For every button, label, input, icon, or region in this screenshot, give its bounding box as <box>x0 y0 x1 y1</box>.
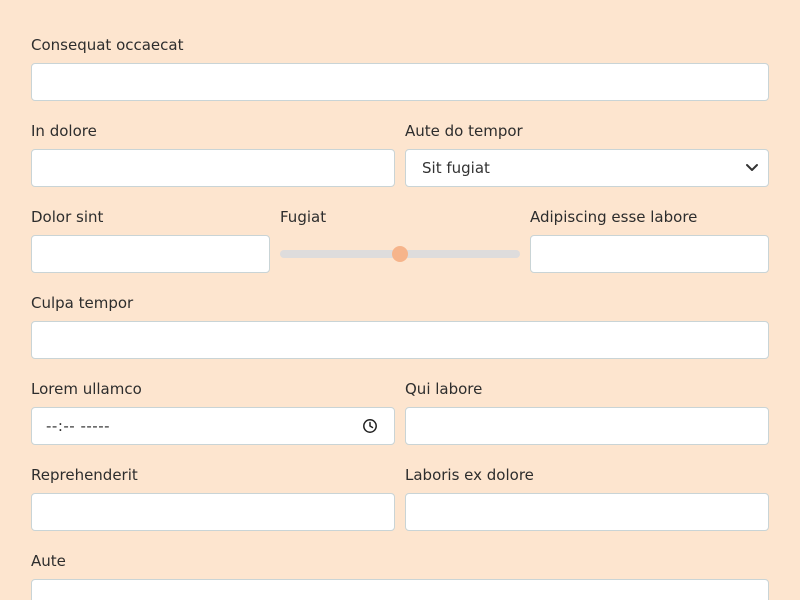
fugiat-label: Fugiat <box>280 208 327 226</box>
lorem-ullamco-time-value: --:-- ----- <box>46 417 111 435</box>
lorem-ullamco-field: Lorem ullamco --:-- ----- <box>31 379 395 445</box>
adipiscing-esse-labore-input[interactable] <box>530 235 769 273</box>
lorem-ullamco-time-input[interactable]: --:-- ----- <box>31 407 395 445</box>
form: Consequat occaecat In dolore Aute do tem… <box>0 0 800 600</box>
reprehenderit-label: Reprehenderit <box>31 466 138 484</box>
consequat-occaecat-input[interactable] <box>31 63 769 101</box>
adipiscing-esse-labore-field: Adipiscing esse labore <box>530 207 769 273</box>
culpa-tempor-label: Culpa tempor <box>31 294 134 312</box>
fugiat-slider-thumb[interactable] <box>392 246 408 262</box>
aute-input[interactable] <box>31 579 769 600</box>
laboris-ex-dolore-field: Laboris ex dolore <box>405 465 769 531</box>
culpa-tempor-field: Culpa tempor <box>31 293 769 359</box>
in-dolore-input[interactable] <box>31 149 395 187</box>
fugiat-slider[interactable] <box>280 235 520 273</box>
in-dolore-field: In dolore <box>31 121 395 187</box>
reprehenderit-field: Reprehenderit <box>31 465 395 531</box>
adipiscing-esse-labore-label: Adipiscing esse labore <box>530 208 698 226</box>
qui-labore-label: Qui labore <box>405 380 483 398</box>
qui-labore-input[interactable] <box>405 407 769 445</box>
aute-do-tempor-select[interactable]: Sit fugiat <box>405 149 769 187</box>
clock-icon[interactable] <box>362 418 378 434</box>
reprehenderit-input[interactable] <box>31 493 395 531</box>
laboris-ex-dolore-input[interactable] <box>405 493 769 531</box>
in-dolore-label: In dolore <box>31 122 97 140</box>
chevron-down-icon <box>746 164 758 171</box>
aute-do-tempor-field: Aute do tempor Sit fugiat <box>405 121 769 187</box>
culpa-tempor-input[interactable] <box>31 321 769 359</box>
aute-label: Aute <box>31 552 66 570</box>
fugiat-field: Fugiat <box>280 207 520 273</box>
aute-do-tempor-label: Aute do tempor <box>405 122 523 140</box>
consequat-occaecat-label: Consequat occaecat <box>31 36 184 54</box>
consequat-occaecat-field: Consequat occaecat <box>31 35 769 101</box>
dolor-sint-input[interactable] <box>31 235 270 273</box>
dolor-sint-field: Dolor sint <box>31 207 270 273</box>
lorem-ullamco-label: Lorem ullamco <box>31 380 142 398</box>
aute-field: Aute <box>31 551 769 600</box>
qui-labore-field: Qui labore <box>405 379 769 445</box>
aute-do-tempor-selected-value: Sit fugiat <box>422 159 490 177</box>
dolor-sint-label: Dolor sint <box>31 208 104 226</box>
laboris-ex-dolore-label: Laboris ex dolore <box>405 466 534 484</box>
